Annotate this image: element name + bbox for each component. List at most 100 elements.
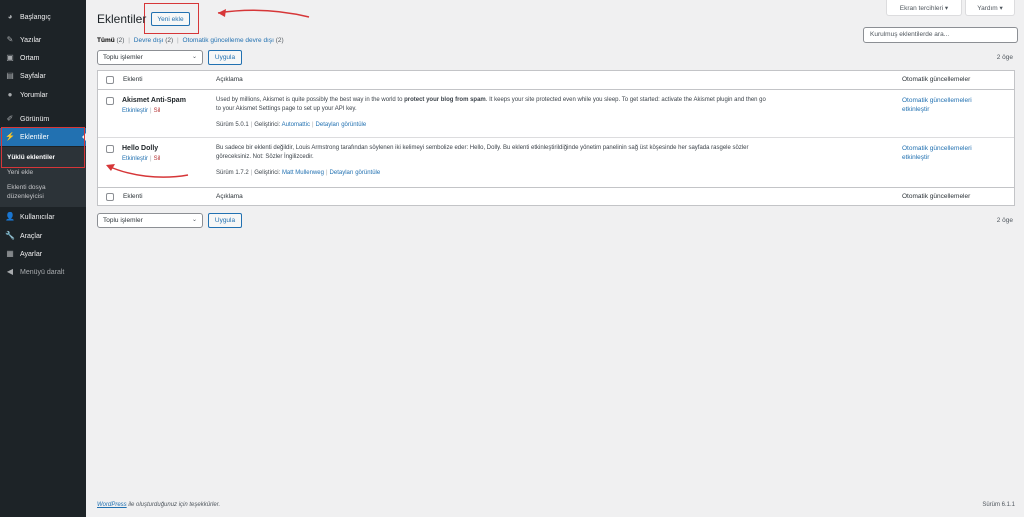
- menu-label: Yazılar: [20, 36, 42, 44]
- chevron-down-icon: ⌄: [191, 54, 197, 60]
- menu-label: Başlangıç: [20, 13, 51, 21]
- page-icon: ▤: [6, 71, 14, 80]
- row-checkbox[interactable]: [106, 145, 114, 153]
- enable-auto-updates-link[interactable]: Otomatik güncellemeleri etkinleştir: [902, 96, 1002, 114]
- column-footer-auto-updates: Otomatik güncellemeler: [902, 193, 971, 200]
- bulk-actions-value: Toplu işlemler: [103, 217, 143, 224]
- menu-label: Sayfalar: [20, 72, 46, 80]
- menu-label: Menüyü daralt: [20, 268, 65, 276]
- description-text: . It keeps your site protected even whil…: [485, 97, 766, 103]
- activate-link[interactable]: Etkinleştir: [122, 156, 148, 162]
- plugin-meta: Sürüm 5.0.1 | Geliştirici: Automattic | Deta…: [216, 122, 366, 128]
- apply-button-top[interactable]: Uygula: [208, 50, 242, 65]
- menu-item-dashboard[interactable]: ◕ Başlangıç: [0, 8, 86, 26]
- menu-label: Yorumlar: [20, 91, 48, 99]
- collapse-icon: ◀: [6, 267, 14, 276]
- chevron-down-icon: ⌄: [191, 217, 197, 223]
- submenu-plugin-editor[interactable]: Eklenti dosya: [7, 183, 46, 192]
- filter-separator: |: [128, 37, 130, 44]
- status-filters: Tümü (2) | Devre dışı (2) | Otomatik gün…: [97, 37, 284, 44]
- plugin-search-input[interactable]: Kurulmuş eklentilerde ara...: [863, 27, 1018, 43]
- submenu-plugin-editor-line2[interactable]: düzenleyicisi: [7, 192, 44, 201]
- enable-auto-updates-link[interactable]: Otomatik güncellemeleri etkinleştir: [902, 144, 1002, 162]
- apply-button-bottom[interactable]: Uygula: [208, 213, 242, 228]
- description-text: göreceksiniz. Not: Sözler İngilizcedir.: [216, 154, 314, 160]
- table-header-row: Eklenti Açıklama Otomatik güncellemeler: [98, 71, 1014, 89]
- annotation-arrow-add-new: [217, 9, 310, 18]
- author-link[interactable]: Matt Mullenweg: [282, 170, 324, 176]
- menu-item-appearance[interactable]: ✐ Görünüm: [0, 110, 86, 128]
- meta-separator: |: [311, 122, 314, 128]
- menu-item-tools[interactable]: 🔧 Araçlar: [0, 227, 86, 245]
- media-icon: ▣: [6, 53, 14, 62]
- auto-update-text: Otomatik güncellemeleri: [902, 145, 972, 152]
- view-details-link[interactable]: Detayları görüntüle: [316, 122, 367, 128]
- column-header-description: Açıklama: [216, 76, 243, 83]
- filter-all[interactable]: Tümü: [97, 37, 115, 44]
- row-actions: Etkinleştir | Sil: [122, 108, 160, 114]
- view-details-link[interactable]: Detayları görüntüle: [330, 170, 381, 176]
- menu-item-users[interactable]: 👤 Kullanıcılar: [0, 208, 86, 226]
- meta-separator: |: [325, 170, 328, 176]
- filter-autoupdate-count: (2): [275, 37, 284, 44]
- divider: [98, 137, 1014, 138]
- row-checkbox[interactable]: [106, 97, 114, 105]
- bulk-actions-select-bottom[interactable]: Toplu işlemler ⌄: [97, 213, 203, 228]
- row-actions: Etkinleştir | Sil: [122, 156, 160, 162]
- submenu-add-new[interactable]: Yeni ekle: [7, 168, 33, 177]
- author-link[interactable]: Automattic: [282, 122, 310, 128]
- activate-link[interactable]: Etkinleştir: [122, 108, 148, 114]
- filter-autoupdate-disabled[interactable]: Otomatik güncelleme devre dışı: [183, 37, 274, 44]
- plugin-version: Sürüm 5.0.1: [216, 122, 249, 128]
- bulk-actions-select-top[interactable]: Toplu işlemler ⌄: [97, 50, 203, 65]
- column-footer-plugin[interactable]: Eklenti: [123, 193, 143, 200]
- menu-item-posts[interactable]: ✎ Yazılar: [0, 31, 86, 49]
- page-title: Eklentiler: [97, 12, 147, 26]
- plugin-name: Hello Dolly: [122, 145, 159, 152]
- author-label: Geliştirici:: [254, 122, 281, 128]
- delete-link[interactable]: Sil: [154, 108, 161, 114]
- table-footer-row: Eklenti Açıklama Otomatik güncellemeler: [98, 188, 1014, 206]
- plugin-description: Bu sadece bir eklenti değildir, Louis Ar…: [216, 144, 896, 162]
- select-all-checkbox-bottom[interactable]: [106, 193, 114, 201]
- bulk-actions-value: Toplu işlemler: [103, 54, 143, 61]
- column-header-plugin[interactable]: Eklenti: [123, 76, 143, 83]
- auto-update-text: etkinleştir: [902, 154, 930, 161]
- footer-version: Sürüm 6.1.1: [982, 502, 1015, 508]
- admin-sidebar: ◕ Başlangıç ✎ Yazılar ▣ Ortam ▤ Sayfalar…: [0, 0, 86, 517]
- menu-item-comments[interactable]: ● Yorumlar: [0, 86, 86, 104]
- column-footer-description: Açıklama: [216, 193, 243, 200]
- menu-label: Görünüm: [20, 115, 50, 123]
- plugin-name: Akismet Anti-Spam: [122, 97, 186, 104]
- footer-text: ile oluşturduğunuz için teşekkürler.: [126, 502, 221, 508]
- screen-options-button[interactable]: Ekran tercihleri ▾: [886, 0, 962, 16]
- select-all-checkbox[interactable]: [106, 76, 114, 84]
- author-label: Geliştirici:: [254, 170, 281, 176]
- menu-item-settings[interactable]: ▦ Ayarlar: [0, 245, 86, 263]
- action-separator: |: [150, 156, 152, 162]
- menu-label: Araçlar: [20, 232, 43, 240]
- filter-inactive[interactable]: Devre dışı: [134, 37, 164, 44]
- meta-separator: |: [250, 170, 253, 176]
- items-count-bottom: 2 öge: [996, 217, 1013, 224]
- menu-collapse[interactable]: ◀ Menüyü daralt: [0, 263, 86, 281]
- menu-item-pages[interactable]: ▤ Sayfalar: [0, 67, 86, 85]
- highlight-box-plugins-menu: [1, 127, 85, 168]
- filter-separator: |: [177, 37, 179, 44]
- column-header-auto-updates: Otomatik güncellemeler: [902, 76, 971, 83]
- plugin-meta: Sürüm 1.7.2 | Geliştirici: Matt Mullenweg |…: [216, 170, 380, 176]
- add-new-plugin-button[interactable]: Yeni ekle: [151, 12, 190, 26]
- comment-icon: ●: [7, 90, 13, 99]
- help-button[interactable]: Yardım ▾: [965, 0, 1015, 16]
- users-icon: 👤: [5, 212, 15, 221]
- divider: [98, 89, 1014, 90]
- delete-link[interactable]: Sil: [154, 156, 161, 162]
- items-count-top: 2 öge: [996, 54, 1013, 61]
- wrench-icon: 🔧: [5, 231, 15, 240]
- dashboard-icon: ◕: [7, 12, 13, 21]
- menu-item-media[interactable]: ▣ Ortam: [0, 49, 86, 67]
- plugins-table: Eklenti Açıklama Otomatik güncellemeler …: [97, 70, 1015, 206]
- wordpress-link[interactable]: WordPress: [97, 502, 127, 508]
- arrow-head-icon: [218, 9, 226, 17]
- plugin-description: Used by millions, Akismet is quite possi…: [216, 96, 896, 114]
